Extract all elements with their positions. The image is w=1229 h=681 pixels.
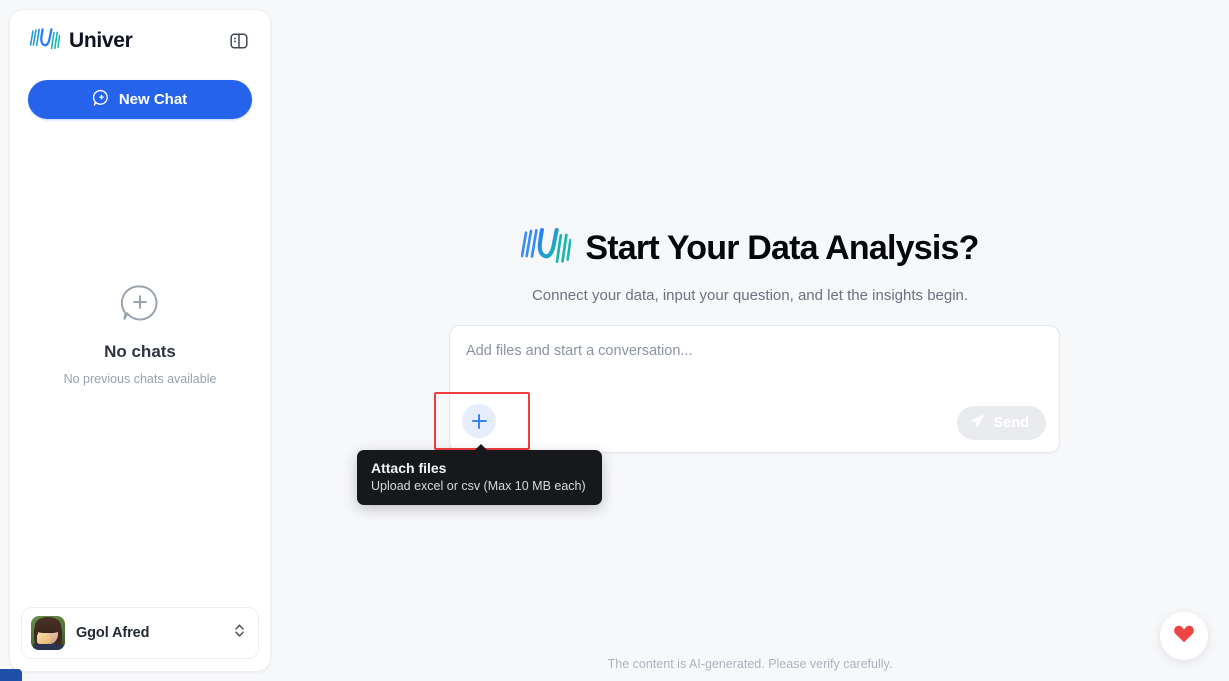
- avatar: [31, 616, 65, 650]
- hero: Start Your Data Analysis? Connect your d…: [271, 224, 1229, 304]
- sidebar: Univer New Chat No chats No previous cha…: [9, 9, 271, 672]
- user-name: Ggol Afred: [76, 625, 150, 641]
- tooltip-subtitle: Upload excel or csv (Max 10 MB each): [371, 479, 586, 493]
- main-content: Start Your Data Analysis? Connect your d…: [271, 0, 1229, 681]
- ai-disclaimer: The content is AI-generated. Please veri…: [607, 657, 893, 671]
- chat-plus-circle-icon: [118, 281, 162, 330]
- tooltip-title: Attach files: [371, 460, 447, 476]
- brand-name: Univer: [69, 29, 133, 52]
- user-profile-card[interactable]: Ggol Afred: [21, 607, 259, 659]
- corner-badge: [0, 669, 22, 681]
- send-button[interactable]: Send: [956, 406, 1046, 440]
- chat-input[interactable]: [466, 340, 1043, 386]
- heart-icon: [1173, 624, 1195, 649]
- chat-list-empty-state: No chats No previous chats available: [10, 119, 270, 607]
- app-root: Univer New Chat No chats No previous cha…: [0, 0, 1229, 681]
- empty-state-subtitle: No previous chats available: [63, 371, 217, 386]
- sidebar-header: Univer: [10, 10, 270, 72]
- send-label: Send: [993, 415, 1029, 431]
- brand: Univer: [29, 26, 216, 57]
- chat-plus-icon: [92, 89, 110, 110]
- composer: Send: [449, 325, 1060, 453]
- new-chat-label: New Chat: [118, 91, 188, 108]
- sidebar-footer: Ggol Afred: [10, 607, 270, 671]
- paper-plane-icon: [970, 413, 986, 433]
- univer-logo-icon: [521, 224, 572, 273]
- new-chat-button[interactable]: New Chat: [28, 80, 252, 119]
- page-subtitle: Connect your data, input your question, …: [531, 287, 969, 304]
- chevron-up-down-icon[interactable]: [233, 622, 246, 644]
- empty-state-title: No chats: [104, 341, 176, 361]
- panel-toggle-icon[interactable]: [226, 28, 252, 54]
- page-title: Start Your Data Analysis?: [585, 229, 979, 267]
- univer-logo-icon: [29, 26, 61, 57]
- attach-files-tooltip: Attach files Upload excel or csv (Max 10…: [357, 444, 602, 505]
- favorite-fab-button[interactable]: [1160, 612, 1208, 660]
- attach-files-button[interactable]: [462, 404, 496, 438]
